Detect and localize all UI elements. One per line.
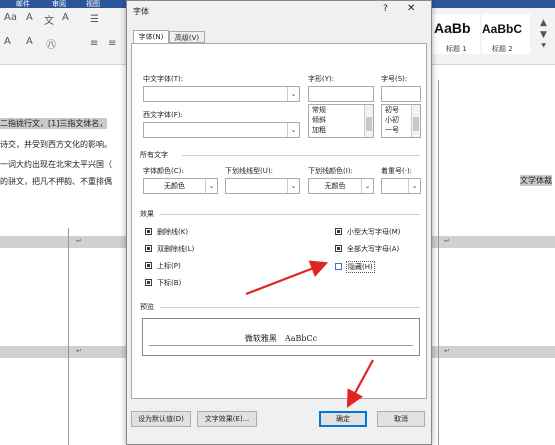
annotation-arrows	[245, 260, 374, 408]
arrow-to-ok	[346, 359, 374, 408]
arrow-to-hidden	[245, 260, 329, 296]
